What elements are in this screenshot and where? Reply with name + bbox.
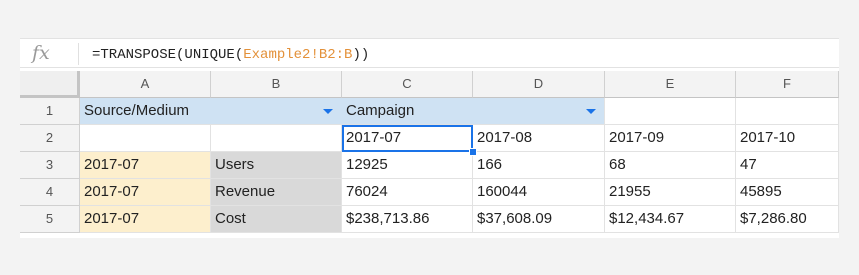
screenshot-frame: fx =TRANSPOSE(UNIQUE(Example2!B2:B)) A B… <box>0 0 859 275</box>
cell-c4[interactable]: 76024 <box>342 179 473 206</box>
row-header-3[interactable]: 3 <box>20 152 80 179</box>
formula-bar[interactable]: fx =TRANSPOSE(UNIQUE(Example2!B2:B)) <box>20 38 839 68</box>
cell-d4[interactable]: 160044 <box>473 179 605 206</box>
cell-e4[interactable]: 21955 <box>605 179 736 206</box>
select-all-corner[interactable] <box>20 71 80 98</box>
formula-bar-divider <box>78 43 79 65</box>
cell-b5[interactable]: Cost <box>211 206 342 233</box>
column-header-f[interactable]: F <box>736 71 839 98</box>
cell-d5[interactable]: $37,608.09 <box>473 206 605 233</box>
source-medium-label: Source/Medium <box>84 102 190 119</box>
cell-e5[interactable]: $12,434.67 <box>605 206 736 233</box>
cell-f4[interactable]: 45895 <box>736 179 839 206</box>
cell-c5[interactable]: $238,713.86 <box>342 206 473 233</box>
filter-dropdown-icon[interactable] <box>586 109 596 114</box>
cell-e1[interactable] <box>605 98 736 125</box>
function-icon: fx <box>32 42 50 64</box>
cell-f2[interactable]: 2017-10 <box>736 125 839 152</box>
cell-a5[interactable]: 2017-07 <box>80 206 211 233</box>
row-header-4[interactable]: 4 <box>20 179 80 206</box>
cell-f5[interactable]: $7,286.80 <box>736 206 839 233</box>
cell-c3[interactable]: 12925 <box>342 152 473 179</box>
table-row: 4 2017-07 Revenue 76024 160044 21955 458… <box>20 179 839 206</box>
cell-f3[interactable]: 47 <box>736 152 839 179</box>
cell-b3[interactable]: Users <box>211 152 342 179</box>
formula-input[interactable]: =TRANSPOSE(UNIQUE(Example2!B2:B)) <box>92 45 369 63</box>
spreadsheet: fx =TRANSPOSE(UNIQUE(Example2!B2:B)) A B… <box>20 38 839 238</box>
table-row: 1 Source/Medium Campaign <box>20 98 839 125</box>
column-header-c[interactable]: C <box>342 71 473 98</box>
formula-range-reference: Example2!B2:B <box>243 47 353 63</box>
table-row: 5 2017-07 Cost $238,713.86 $37,608.09 $1… <box>20 206 839 233</box>
table-row: 2 2017-07 2017-08 2017-09 2017-10 <box>20 125 839 156</box>
row-header-2[interactable]: 2 <box>20 125 80 152</box>
fill-handle[interactable] <box>469 148 477 156</box>
cell-b4[interactable]: Revenue <box>211 179 342 206</box>
column-header-d[interactable]: D <box>473 71 605 98</box>
cell-e2[interactable]: 2017-09 <box>605 125 736 152</box>
cell-a3[interactable]: 2017-07 <box>80 152 211 179</box>
filter-dropdown-icon[interactable] <box>323 109 333 114</box>
column-header-b[interactable]: B <box>211 71 342 98</box>
table-row: 3 2017-07 Users 12925 166 68 47 <box>20 152 839 179</box>
cell-a2[interactable] <box>80 125 211 152</box>
source-medium-filter-header[interactable]: Source/Medium <box>80 98 342 125</box>
cell-d3[interactable]: 166 <box>473 152 605 179</box>
row-header-5[interactable]: 5 <box>20 206 80 233</box>
cell-b2[interactable] <box>211 125 342 152</box>
row-header-1[interactable]: 1 <box>20 98 80 125</box>
column-header-e[interactable]: E <box>605 71 736 98</box>
column-header-a[interactable]: A <box>80 71 211 98</box>
cell-f1[interactable] <box>736 98 839 125</box>
cell-d2[interactable]: 2017-08 <box>473 125 605 152</box>
column-header-row: A B C D E F <box>20 71 839 98</box>
formula-suffix: )) <box>352 47 370 63</box>
cell-a4[interactable]: 2017-07 <box>80 179 211 206</box>
campaign-label: Campaign <box>346 102 415 119</box>
campaign-filter-header[interactable]: Campaign <box>342 98 605 125</box>
cell-c2-selected[interactable]: 2017-07 <box>342 125 473 152</box>
cell-e3[interactable]: 68 <box>605 152 736 179</box>
formula-prefix: =TRANSPOSE(UNIQUE( <box>92 47 244 63</box>
